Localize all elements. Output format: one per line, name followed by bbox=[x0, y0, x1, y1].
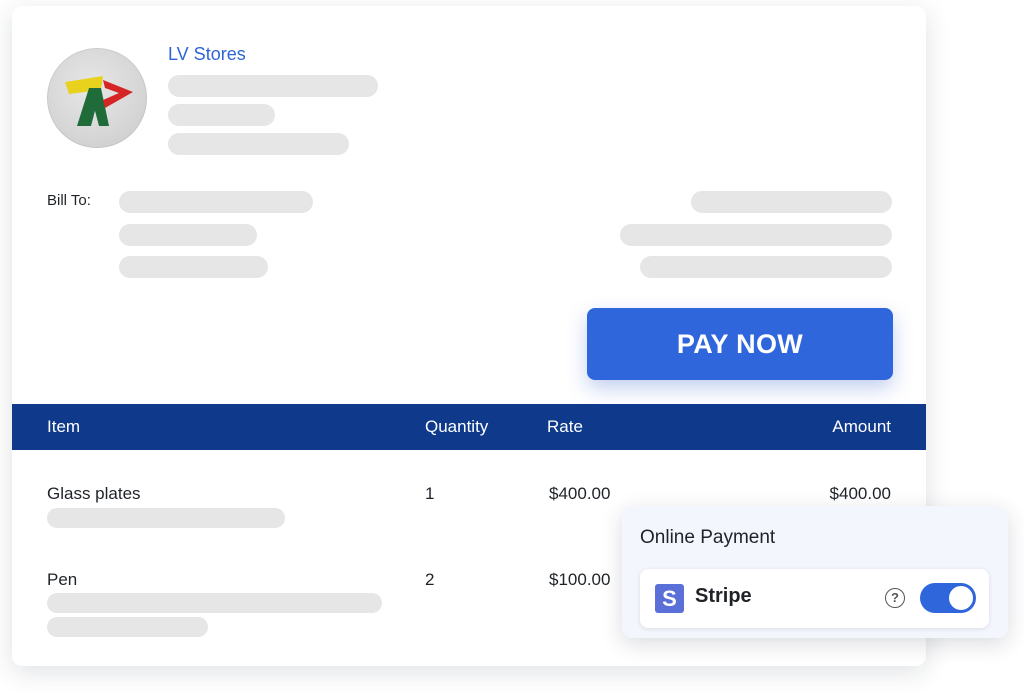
online-payment-panel: Online Payment S Stripe ? bbox=[622, 506, 1008, 638]
payment-provider-name: Stripe bbox=[695, 585, 752, 607]
pay-now-button[interactable]: PAY NOW bbox=[587, 308, 893, 380]
item-description-placeholder bbox=[47, 593, 382, 613]
store-name: LV Stores bbox=[168, 44, 246, 64]
item-quantity: 2 bbox=[425, 570, 435, 589]
item-rate: $400.00 bbox=[549, 484, 611, 503]
stripe-enable-toggle[interactable] bbox=[920, 583, 976, 613]
store-address-placeholder bbox=[168, 104, 275, 126]
store-logo-icon bbox=[65, 76, 133, 126]
column-header-quantity: Quantity bbox=[425, 417, 489, 436]
item-name: Glass plates bbox=[47, 484, 141, 503]
item-description-placeholder bbox=[47, 617, 208, 637]
invoice-meta-placeholder bbox=[691, 191, 892, 213]
bill-to-placeholder bbox=[119, 256, 268, 278]
table-header: Item Quantity Rate Amount bbox=[12, 404, 926, 450]
invoice-meta-placeholder bbox=[640, 256, 892, 278]
help-icon[interactable]: ? bbox=[885, 588, 905, 608]
column-header-rate: Rate bbox=[547, 417, 583, 436]
column-header-item: Item bbox=[47, 417, 81, 436]
bill-to-label: Bill To: bbox=[47, 192, 91, 209]
column-header-amount: Amount bbox=[832, 417, 891, 436]
store-address-placeholder bbox=[168, 133, 349, 155]
bill-to-placeholder bbox=[119, 191, 313, 213]
item-rate: $100.00 bbox=[549, 570, 611, 589]
bill-to-placeholder bbox=[119, 224, 257, 246]
store-logo bbox=[47, 48, 147, 148]
toggle-knob bbox=[949, 586, 973, 610]
invoice-meta-placeholder bbox=[620, 224, 892, 246]
stripe-logo-icon: S bbox=[655, 584, 684, 613]
store-address-placeholder bbox=[168, 75, 378, 97]
item-name: Pen bbox=[47, 570, 78, 589]
item-description-placeholder bbox=[47, 508, 285, 528]
online-payment-title: Online Payment bbox=[640, 527, 776, 548]
item-amount: $400.00 bbox=[829, 484, 891, 503]
item-quantity: 1 bbox=[425, 484, 435, 503]
payment-provider-row: S Stripe ? bbox=[640, 569, 989, 628]
